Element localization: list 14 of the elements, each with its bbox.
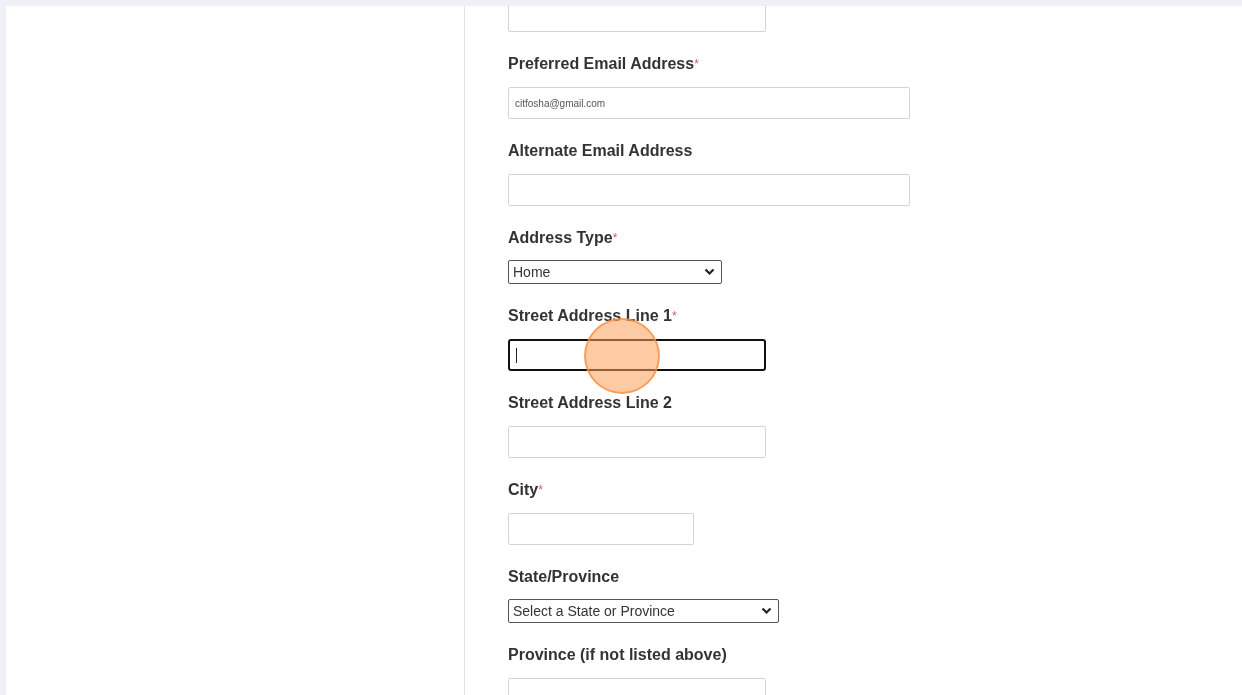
chevron-down-icon [761, 607, 772, 615]
field-label: Preferred Email Address* [508, 54, 700, 74]
dropdown[interactable]: Select a State or Province [508, 599, 779, 623]
field-label: Street Address Line 2 [508, 393, 673, 413]
chevron-down-icon [704, 268, 715, 276]
input-field[interactable] [508, 339, 766, 371]
field-label: Alternate Email Address [508, 141, 694, 161]
field-label: Address Type* [508, 228, 619, 248]
field-label: State/Province [508, 567, 621, 587]
field-label: City* [508, 480, 544, 500]
input-field[interactable]: citfosha@gmail.com [508, 87, 910, 119]
field-label: Province (if not listed above) [508, 645, 728, 665]
field-label: Street Address Line 1* [508, 306, 678, 326]
dropdown[interactable]: Home [508, 260, 722, 284]
